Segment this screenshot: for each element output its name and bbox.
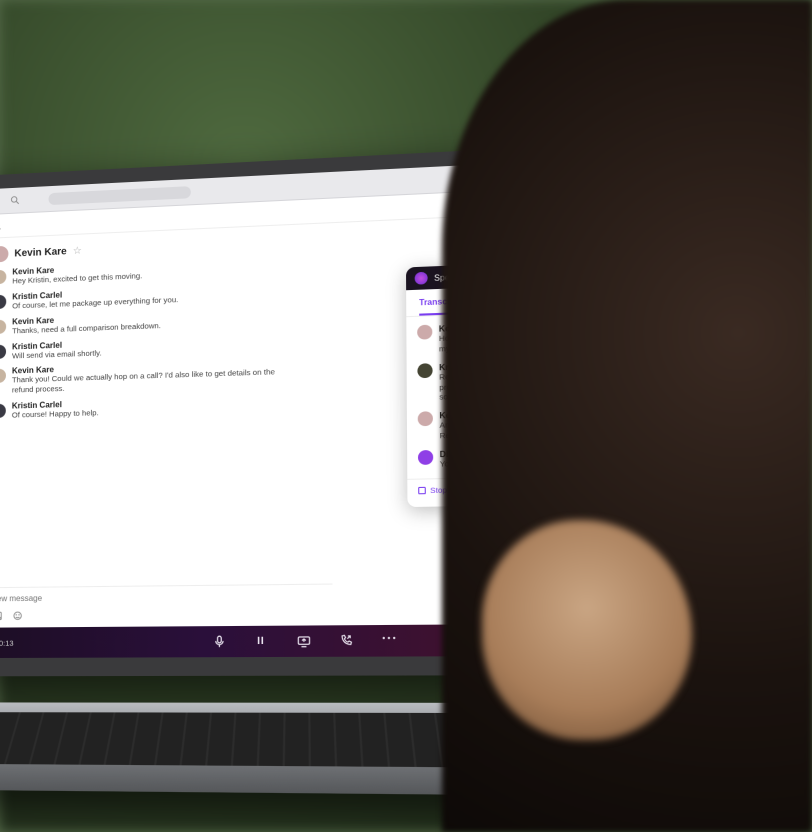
more-icon[interactable]: ••• [382,633,397,648]
chat-message: Kristin CarlelWill send via email shortl… [0,332,300,362]
chat-message: Kristin CarlelOf course! Happy to help. [0,393,300,421]
star-icon[interactable]: ☆ [73,245,82,256]
chat-title: Kevin Kare [14,246,66,259]
message-avatar [0,270,6,285]
transcript-avatar [417,325,432,340]
chat-message: Kevin KareThank you! Could we actually h… [0,358,300,397]
transcript-avatar [418,450,433,465]
call-timer: 0:13 [0,638,14,647]
contact-avatar[interactable] [0,246,8,263]
transcript-avatar [417,363,432,378]
message-avatar [0,404,6,418]
emoji-icon[interactable] [11,609,23,621]
search-icon[interactable] [9,194,21,207]
video-icon [0,195,1,207]
image-icon[interactable] [0,609,3,621]
app-search[interactable] [0,221,3,231]
screenshare-icon[interactable] [296,634,311,649]
chat-message: Kevin KareThanks, need a full comparison… [0,306,300,336]
message-input[interactable] [0,591,328,603]
stop-icon [418,487,426,494]
compose-area [0,584,333,624]
message-avatar [0,295,6,310]
os-search-field[interactable] [49,186,191,205]
message-text: Of course! Happy to help. [12,408,99,420]
message-avatar [0,319,6,333]
transfer-icon[interactable] [339,634,354,649]
pause-icon[interactable] [254,634,269,649]
mute-icon[interactable] [212,634,227,649]
message-avatar [0,344,6,358]
transcript-avatar [418,412,433,427]
message-avatar [0,369,6,383]
ai-logo-icon [415,272,428,285]
recording-indicator: 0:13 [0,638,14,647]
